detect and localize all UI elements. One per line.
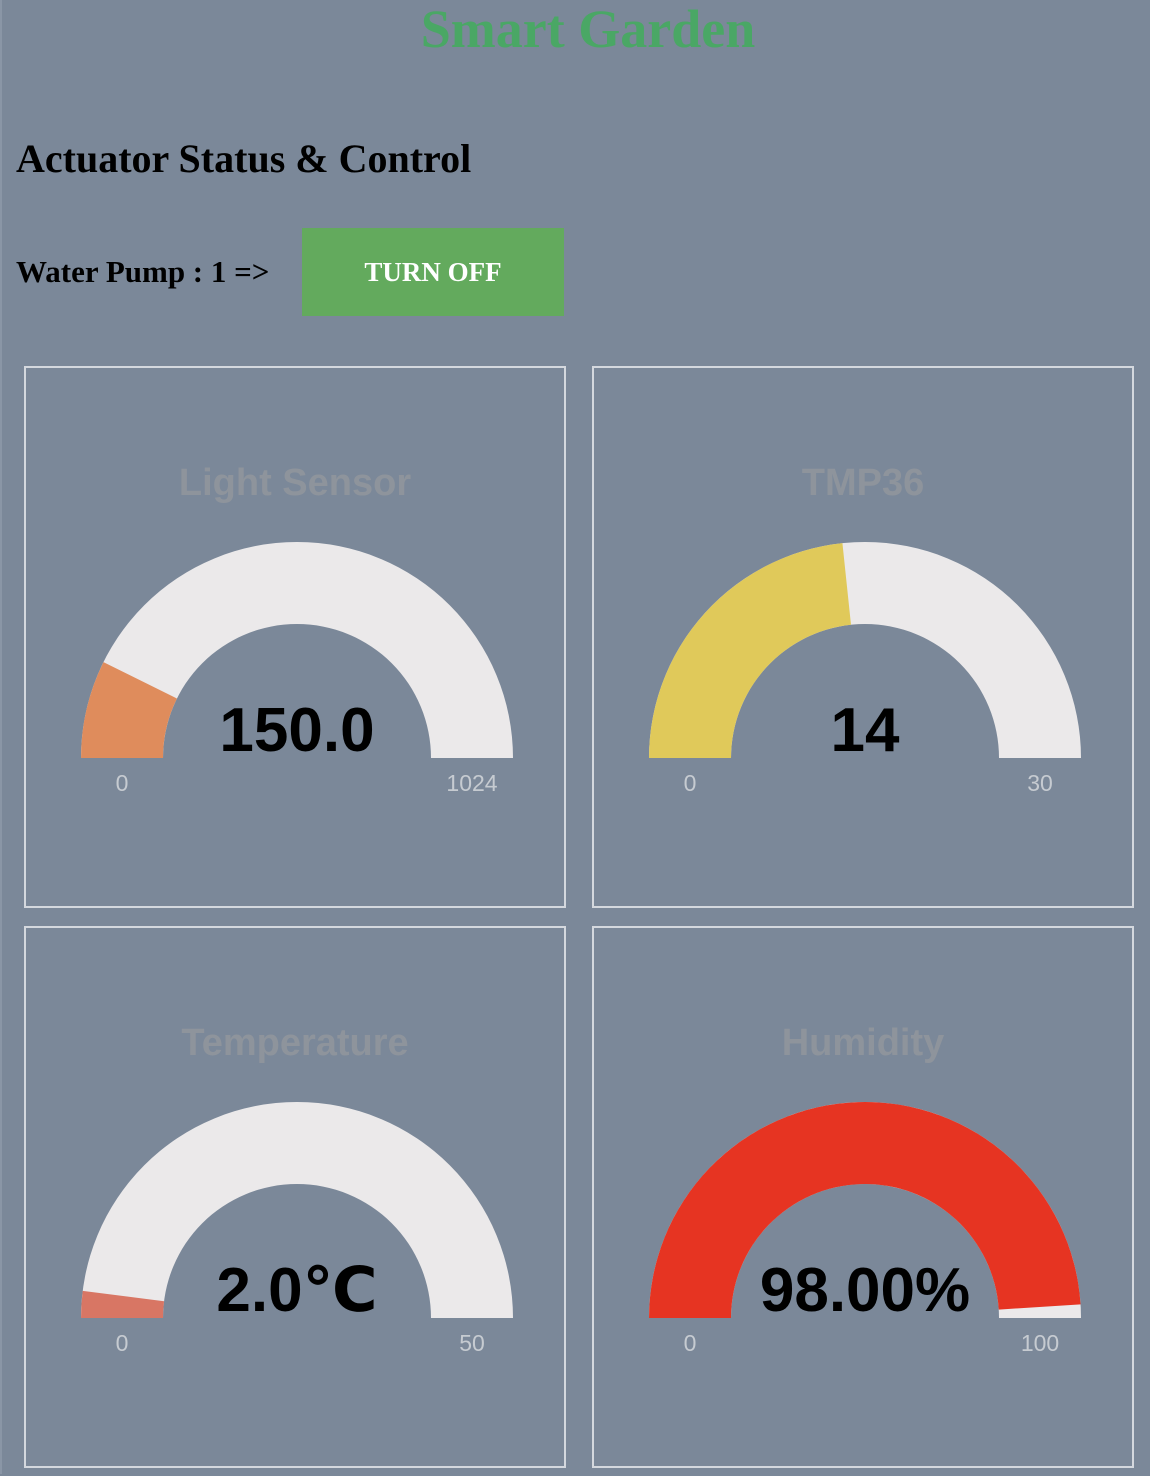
gauge-card-light-sensor: Light Sensor 150.0 0 1024 [24,366,566,908]
gauge-value: 98.00% [759,1256,971,1325]
gauge-card-tmp36: TMP36 14 0 30 [592,366,1134,908]
gauge-card-humidity: Humidity 98.00% 0 100 [592,926,1134,1468]
gauge-value: 150.0 [219,696,375,765]
pump-control-row: Water Pump : 1 => TURN OFF [16,228,564,316]
gauge-light-sensor [81,542,513,758]
gauge-card-temperature: Temperature 2.0℃ 0 50 [24,926,566,1468]
app-title: Smart Garden [420,0,756,59]
gauge-temperature [81,1102,513,1318]
pump-status-label: Water Pump : 1 => [16,254,270,289]
gauge-humidity [649,1102,1081,1318]
turn-off-button[interactable]: TURN OFF [302,228,564,316]
actuator-heading: Actuator Status & Control [16,136,472,181]
gauge-value: 2.0℃ [216,1256,378,1325]
gauge-tmp36 [649,542,1081,758]
gauge-value: 14 [830,696,900,765]
